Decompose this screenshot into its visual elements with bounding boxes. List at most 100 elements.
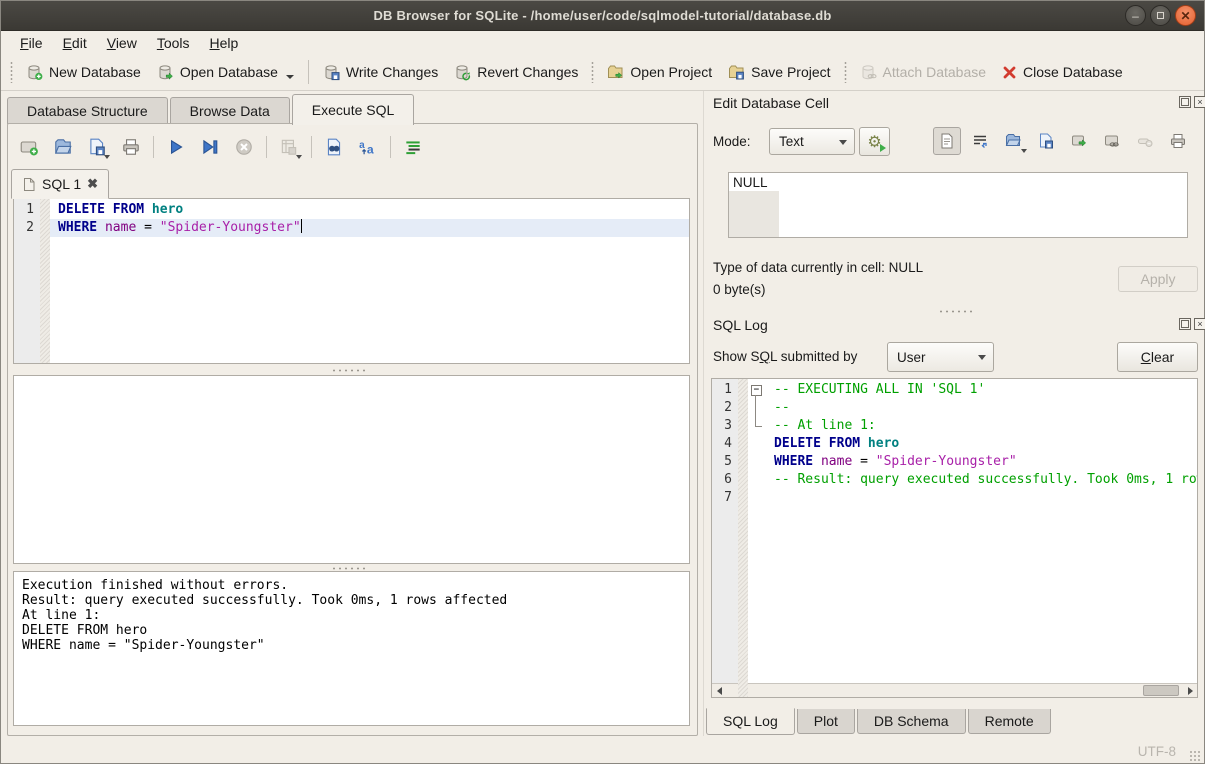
set-null-button[interactable]: [1131, 127, 1159, 155]
export-cell-data-button[interactable]: [1032, 127, 1060, 155]
open-database-label: Open Database: [180, 64, 278, 80]
scrollbar-thumb[interactable]: [1143, 685, 1179, 696]
menubar: File Edit View Tools Help: [1, 31, 1204, 54]
scroll-left-icon[interactable]: [712, 684, 726, 697]
menu-help[interactable]: Help: [201, 33, 248, 53]
import-cell-data-button[interactable]: [999, 127, 1027, 155]
titlebar[interactable]: DB Browser for SQLite - /home/user/code/…: [1, 1, 1204, 31]
toolbar-drag-handle[interactable]: [9, 61, 14, 83]
new-database-button[interactable]: New Database: [18, 60, 149, 85]
line-number: 1: [14, 201, 40, 219]
execute-all-button[interactable]: [162, 133, 190, 161]
dock-float-icon[interactable]: [1179, 318, 1191, 330]
open-database-button[interactable]: Open Database: [149, 60, 302, 85]
toolbar-drag-handle[interactable]: [590, 61, 595, 83]
find-in-sql-button[interactable]: [320, 133, 348, 161]
execute-line-button[interactable]: [196, 133, 224, 161]
edit-cell-dock-buttons: ×: [1179, 96, 1205, 108]
text-mode-button[interactable]: [933, 127, 961, 155]
attach-database-button[interactable]: Attach Database: [852, 60, 995, 85]
sql-editor[interactable]: 1DELETE FROM hero2WHERE name = "Spider-Y…: [13, 198, 690, 364]
project-open-icon: [607, 64, 624, 81]
doc-tab-close-icon[interactable]: ✖: [87, 176, 98, 192]
toggle-log-button[interactable]: [399, 133, 427, 161]
dock-close-icon[interactable]: ×: [1194, 96, 1205, 108]
write-changes-button[interactable]: Write Changes: [315, 60, 446, 85]
toolbar-drag-handle[interactable]: [843, 61, 848, 83]
sql-log-view[interactable]: 1-- EXECUTING ALL IN 'SQL 1'2--3-- At li…: [711, 378, 1198, 698]
dock-tab-remote[interactable]: Remote: [968, 709, 1051, 734]
open-project-button[interactable]: Open Project: [599, 60, 720, 85]
splitter-handle[interactable]: [938, 309, 974, 314]
dock-close-icon[interactable]: ×: [1194, 318, 1205, 330]
word-wrap-cell-button[interactable]: [966, 127, 994, 155]
save-sql-file-button[interactable]: [83, 133, 111, 161]
save-results-button[interactable]: [275, 133, 303, 161]
tab-database-structure[interactable]: Database Structure: [7, 97, 168, 124]
menu-file[interactable]: File: [11, 33, 52, 53]
text-cursor: [301, 219, 302, 233]
new-sql-tab-button[interactable]: [15, 133, 43, 161]
tab-execute-sql[interactable]: Execute SQL: [292, 94, 415, 125]
open-in-external-button[interactable]: [1098, 127, 1126, 155]
close-button[interactable]: ✕: [1175, 5, 1196, 26]
line-number: 3: [712, 417, 738, 435]
results-pane[interactable]: [13, 375, 690, 564]
clear-log-button[interactable]: Clear: [1117, 342, 1198, 372]
save-sql-dropdown-icon[interactable]: [104, 155, 110, 159]
maximize-button[interactable]: [1150, 5, 1171, 26]
mode-select[interactable]: Text: [769, 128, 855, 155]
auto-switch-mode-button[interactable]: ⚙: [859, 127, 890, 156]
line-number: 4: [712, 435, 738, 453]
show-sql-label: Show SQL submitted by: [713, 349, 857, 364]
dock-tab-plot[interactable]: Plot: [797, 709, 855, 734]
open-sql-file-icon: [53, 137, 73, 157]
statusbar: UTF-8: [1, 736, 1204, 764]
tab-browse-data[interactable]: Browse Data: [170, 97, 290, 124]
resize-grip[interactable]: [1189, 750, 1201, 762]
sql-log-dock-title: SQL Log: [713, 317, 768, 333]
apply-button-label: Apply: [1140, 271, 1175, 287]
stop-execution-button[interactable]: [230, 133, 258, 161]
revert-changes-label: Revert Changes: [477, 64, 578, 80]
minimize-button[interactable]: –: [1125, 5, 1146, 26]
print-cell-button[interactable]: [1164, 127, 1192, 155]
format-sql-button[interactable]: a a: [354, 133, 382, 161]
splitter-handle[interactable]: [331, 368, 367, 373]
sql-doc-tabbar: SQL 1 ✖: [11, 169, 109, 199]
save-results-dropdown-icon[interactable]: [296, 155, 302, 159]
dock-tab-db-schema[interactable]: DB Schema: [857, 709, 966, 734]
log-horizontal-scrollbar[interactable]: [712, 683, 1197, 697]
sql-toolbar: a a: [15, 133, 427, 161]
fold-margin: [748, 489, 766, 507]
menu-edit[interactable]: Edit: [54, 33, 96, 53]
edit-cell-dock-title: Edit Database Cell: [713, 95, 829, 111]
execution-status-log[interactable]: Execution finished without errors. Resul…: [13, 571, 690, 726]
code-line: 5WHERE name = "Spider-Youngster": [712, 453, 1197, 471]
menu-view[interactable]: View: [98, 33, 146, 53]
fold-margin: [748, 417, 766, 435]
revert-changes-button[interactable]: Revert Changes: [446, 60, 586, 85]
import-dropdown-icon[interactable]: [1021, 149, 1027, 153]
open-database-dropdown-icon[interactable]: [286, 75, 294, 79]
main-area: Database Structure Browse Data Execute S…: [1, 91, 704, 736]
close-icon: ✕: [1176, 6, 1195, 25]
database-revert-icon: [454, 64, 471, 81]
dock-tab-sql-log[interactable]: SQL Log: [706, 708, 795, 735]
fold-marker-icon[interactable]: [748, 381, 766, 399]
submitted-by-select[interactable]: User: [887, 342, 994, 372]
print-sql-button[interactable]: [117, 133, 145, 161]
open-sql-file-button[interactable]: [49, 133, 77, 161]
scroll-right-icon[interactable]: [1183, 684, 1197, 697]
save-project-label: Save Project: [751, 64, 830, 80]
fold-margin: [748, 399, 766, 417]
encoding-indicator: UTF-8: [1138, 744, 1176, 759]
save-project-button[interactable]: Save Project: [720, 60, 838, 85]
apply-button[interactable]: Apply: [1118, 266, 1198, 292]
close-database-button[interactable]: Close Database: [994, 60, 1131, 84]
menu-tools[interactable]: Tools: [148, 33, 199, 53]
sql-doc-tab[interactable]: SQL 1 ✖: [11, 169, 109, 199]
apply-cell-button[interactable]: [1065, 127, 1093, 155]
dock-float-icon[interactable]: [1179, 96, 1191, 108]
cell-value-editor[interactable]: NULL: [728, 172, 1188, 238]
